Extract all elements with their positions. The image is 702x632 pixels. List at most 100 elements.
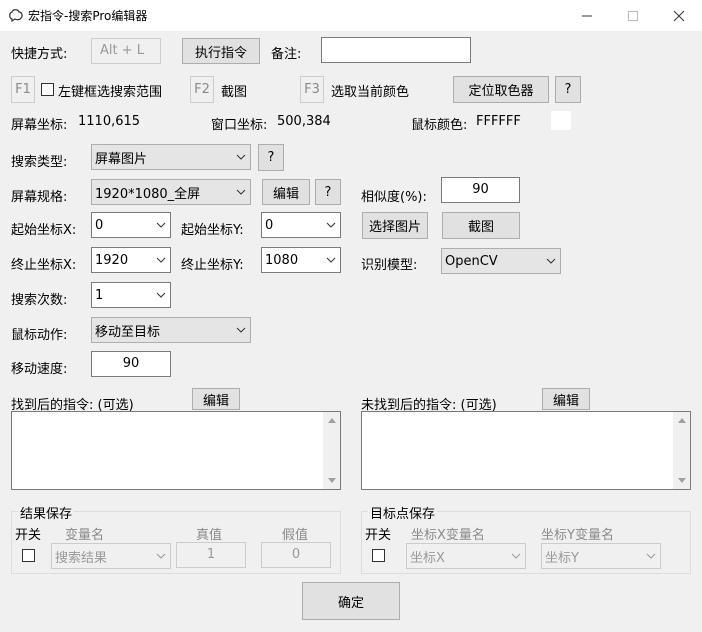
found-command-textarea[interactable] (11, 411, 341, 490)
search-count-label: 搜索次数: (11, 293, 68, 308)
note-input[interactable] (321, 37, 471, 63)
result-true-input[interactable]: 1 (176, 542, 246, 568)
window-title: 宏指令-搜索Pro编辑器 (28, 9, 148, 23)
chevron-down-icon (232, 318, 250, 342)
select-range-label: 左键框选搜索范围 (58, 85, 163, 100)
search-count-combo[interactable]: 1 (91, 282, 171, 308)
result-var-select[interactable]: 搜索结果 (51, 543, 171, 569)
hotkey-field[interactable]: Alt + L (91, 38, 161, 64)
move-speed-input[interactable]: 90 (91, 351, 171, 377)
pick-color-label: 选取当前颜色 (331, 85, 410, 100)
notfound-command-edit-button[interactable]: 编辑 (542, 388, 590, 410)
move-speed-label: 移动速度: (11, 362, 68, 377)
select-image-button[interactable]: 选择图片 (362, 212, 428, 239)
scroll-up-icon[interactable] (323, 412, 340, 429)
target-save-checkbox[interactable] (372, 549, 385, 562)
target-y-select[interactable]: 坐标Y (541, 543, 661, 569)
target-x-col: 坐标X变量名 (411, 528, 485, 543)
target-y-col: 坐标Y变量名 (541, 528, 614, 543)
ok-button[interactable]: 确定 (302, 582, 400, 620)
f1-button[interactable]: F1 (11, 76, 35, 103)
scrollbar[interactable] (673, 412, 690, 489)
title-bar: 宏指令-搜索Pro编辑器 (0, 0, 702, 31)
chevron-down-icon (322, 213, 340, 237)
similarity-input[interactable]: 90 (441, 177, 520, 203)
result-false-input[interactable]: 0 (261, 542, 331, 568)
mouse-color-value: FFFFFF (476, 114, 521, 129)
screenshot-label: 截图 (221, 85, 248, 100)
screenshot-button[interactable]: 截图 (442, 212, 520, 239)
result-save-checkbox[interactable] (22, 549, 35, 562)
mouse-action-select[interactable]: 移动至目标 (91, 317, 251, 343)
start-x-value: 0 (95, 217, 104, 233)
chevron-down-icon (152, 248, 170, 272)
chevron-down-icon (232, 180, 250, 204)
target-x-value: 坐标X (410, 550, 445, 566)
window-coord-value: 500,384 (277, 114, 331, 129)
chevron-down-icon (152, 213, 170, 237)
end-x-label: 终止坐标X: (11, 258, 77, 273)
help-button[interactable]: ? (555, 76, 581, 103)
scroll-up-icon[interactable] (673, 412, 690, 429)
close-button[interactable] (656, 0, 702, 31)
locate-color-picker-button[interactable]: 定位取色器 (453, 76, 549, 103)
spec-help-button[interactable]: ? (315, 179, 341, 205)
chevron-down-icon (642, 544, 660, 568)
hotkey-label: 快捷方式: (11, 47, 68, 62)
model-value: OpenCV (445, 253, 498, 269)
scroll-down-icon[interactable] (323, 472, 340, 489)
minimize-button[interactable] (564, 0, 610, 31)
target-save-title: 目标点保存 (368, 503, 438, 522)
mouse-action-label: 鼠标动作: (11, 328, 68, 343)
chevron-down-icon (322, 248, 340, 272)
start-y-combo[interactable]: 0 (261, 212, 341, 238)
end-y-label: 终止坐标Y: (181, 258, 244, 273)
app-icon (8, 7, 24, 23)
start-y-value: 0 (265, 217, 274, 233)
result-false-col: 假值 (282, 528, 309, 543)
result-true-col: 真值 (196, 528, 223, 543)
target-y-value: 坐标Y (545, 550, 579, 566)
mouse-action-value: 移动至目标 (95, 324, 161, 340)
screen-spec-value: 1920*1080_全屏 (95, 186, 201, 202)
model-select[interactable]: OpenCV (441, 248, 561, 274)
screen-spec-label: 屏幕规格: (11, 190, 68, 205)
screen-coord-label: 屏幕坐标: (11, 118, 68, 133)
notfound-command-textarea[interactable] (361, 411, 691, 490)
window-coord-label: 窗口坐标: (211, 118, 268, 133)
end-x-value: 1920 (95, 252, 129, 268)
search-type-help-button[interactable]: ? (258, 144, 284, 171)
target-x-select[interactable]: 坐标X (406, 543, 526, 569)
result-save-title: 结果保存 (18, 503, 75, 522)
execute-command-button[interactable]: 执行指令 (182, 38, 260, 64)
f3-button[interactable]: F3 (300, 76, 324, 103)
search-type-label: 搜索类型: (11, 155, 68, 170)
found-command-edit-button[interactable]: 编辑 (192, 388, 240, 410)
chevron-down-icon (542, 249, 560, 273)
end-y-combo[interactable]: 1080 (261, 247, 341, 273)
start-x-combo[interactable]: 0 (91, 212, 171, 238)
end-x-combo[interactable]: 1920 (91, 247, 171, 273)
search-type-select[interactable]: 屏幕图片 (91, 144, 251, 170)
start-x-label: 起始坐标X: (11, 223, 77, 238)
scrollbar[interactable] (323, 412, 340, 489)
maximize-button[interactable] (610, 0, 656, 31)
chevron-down-icon (152, 283, 170, 307)
scroll-down-icon[interactable] (673, 472, 690, 489)
f2-button[interactable]: F2 (190, 76, 214, 103)
start-y-label: 起始坐标Y: (181, 223, 244, 238)
mouse-color-label: 鼠标颜色: (411, 118, 468, 133)
select-range-checkbox[interactable] (41, 83, 54, 96)
similarity-label: 相似度(%): (361, 190, 427, 205)
maximize-icon (628, 10, 638, 21)
search-type-value: 屏幕图片 (95, 151, 148, 167)
screen-coord-value: 1110,615 (78, 114, 141, 129)
target-switch-col: 开关 (365, 528, 392, 543)
spec-edit-button[interactable]: 编辑 (262, 179, 310, 205)
result-var-col: 变量名 (65, 528, 105, 543)
note-label: 备注: (271, 47, 302, 62)
chevron-down-icon (152, 544, 170, 568)
close-icon (673, 10, 685, 21)
mouse-color-swatch (551, 111, 571, 130)
screen-spec-select[interactable]: 1920*1080_全屏 (91, 179, 251, 205)
